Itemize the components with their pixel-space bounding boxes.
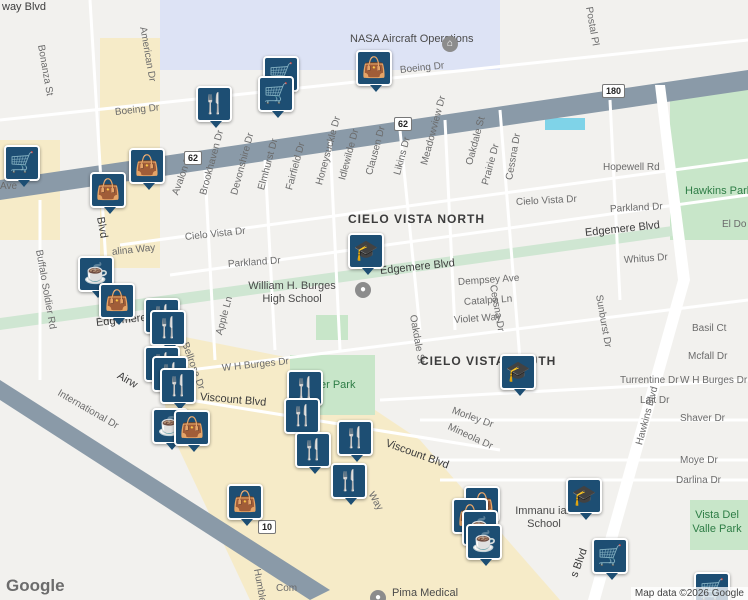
map-label: Com: [276, 583, 298, 594]
map-label: Ave: [0, 181, 18, 192]
map-label: Blvd: [94, 215, 110, 240]
restaurant-icon[interactable]: 🍴: [150, 310, 186, 352]
shopping-bag-icon[interactable]: 👜: [90, 172, 126, 214]
shopping-cart-icon[interactable]: 🛒: [592, 538, 628, 580]
restaurant-icon[interactable]: 🍴: [331, 463, 367, 505]
cafe-icon[interactable]: ☕: [466, 524, 502, 566]
map-label: El Do: [722, 219, 747, 230]
map-attribution[interactable]: Map data ©2026 Google: [630, 587, 748, 600]
restaurant-icon[interactable]: 🍴: [337, 420, 373, 462]
shopping-cart-icon[interactable]: 🛒: [4, 145, 40, 187]
map-label: William H. Burges High School: [248, 280, 336, 305]
restaurant-icon[interactable]: 🍴: [196, 86, 232, 128]
restaurant-icon[interactable]: 🍴: [160, 368, 196, 410]
shopping-bag-icon[interactable]: 👜: [227, 484, 263, 526]
map-canvas[interactable]: way Blvd Bonanza St American Dr NASA Air…: [0, 0, 748, 600]
map-label: Pima Medical: [392, 587, 459, 599]
highway-shield: 62: [184, 151, 203, 165]
school-dot-icon[interactable]: ●: [355, 282, 371, 298]
school-icon[interactable]: 🎓: [566, 478, 602, 520]
school-dot-icon[interactable]: ●: [370, 590, 386, 600]
restaurant-icon[interactable]: 🍴: [284, 398, 320, 440]
map-label: Shaver Dr: [680, 413, 726, 424]
map-label: Moye Dr: [680, 455, 718, 466]
map-label: Hawkins Park: [685, 185, 748, 197]
map-label: way Blvd: [2, 1, 47, 13]
map-label: Vista Del Valle Park: [692, 509, 742, 535]
map-label: er Park: [320, 379, 356, 391]
shopping-bag-icon[interactable]: 👜: [99, 283, 135, 325]
shopping-bag-icon[interactable]: 👜: [129, 148, 165, 190]
map-label: Mcfall Dr: [688, 351, 728, 362]
shopping-cart-icon[interactable]: 🛒: [258, 76, 294, 118]
museum-icon[interactable]: ⌂: [442, 36, 458, 52]
highway-shield: 10: [258, 520, 277, 534]
school-icon[interactable]: 🎓: [348, 233, 384, 275]
map-label: W H Burges Dr: [680, 375, 748, 386]
shopping-bag-icon[interactable]: 👜: [356, 50, 392, 92]
shopping-bag-icon[interactable]: 👜: [174, 410, 210, 452]
restaurant-icon[interactable]: 🍴: [295, 432, 331, 474]
map-label: CIELO VISTA NORTH: [348, 212, 485, 226]
google-logo: Google: [6, 576, 65, 595]
school-icon[interactable]: 🎓: [500, 354, 536, 396]
highway-shield: 180: [602, 84, 626, 98]
highway-shield: 62: [394, 117, 413, 131]
map-label: Hopewell Rd: [603, 162, 660, 173]
map-label: Darlina Dr: [676, 475, 722, 486]
map-label: Basil Ct: [692, 323, 727, 334]
